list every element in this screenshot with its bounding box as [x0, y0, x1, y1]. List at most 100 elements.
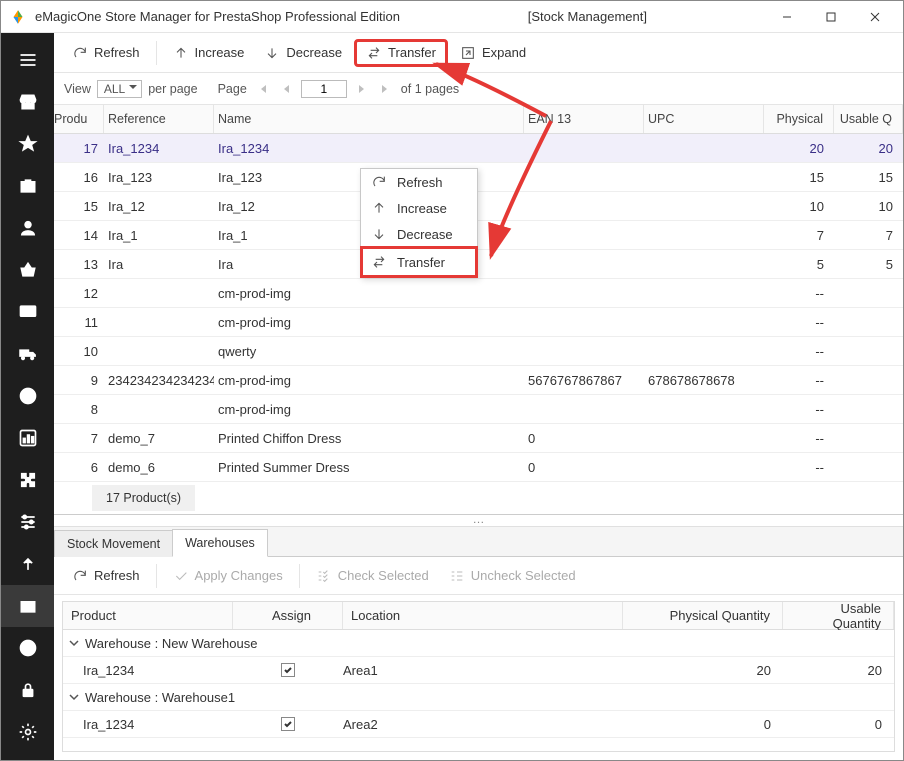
- sidebar-stats-icon[interactable]: [1, 417, 54, 459]
- tab-warehouses[interactable]: Warehouses: [172, 529, 268, 557]
- sidebar-upload-icon[interactable]: [1, 543, 54, 585]
- cell-id: 11: [54, 315, 104, 330]
- col-usable[interactable]: Usable Q: [834, 105, 903, 133]
- wh-uncheck-label: Uncheck Selected: [471, 568, 576, 583]
- ctx-decrease[interactable]: Decrease: [361, 221, 477, 247]
- table-row[interactable]: 8cm-prod-img--: [54, 395, 903, 424]
- app-logo-icon: [9, 8, 27, 26]
- wh-refresh-button[interactable]: Refresh: [64, 563, 148, 589]
- table-row[interactable]: 15Ira_12Ira_121010: [54, 192, 903, 221]
- arrow-up-icon: [173, 45, 189, 61]
- warehouse-group-header[interactable]: Warehouse : Warehouse1: [63, 684, 894, 711]
- cell-reference: demo_7: [104, 431, 214, 446]
- sidebar-puzzle-icon[interactable]: [1, 459, 54, 501]
- increase-label: Increase: [195, 45, 245, 60]
- wh-col-location[interactable]: Location: [343, 602, 623, 629]
- sidebar-truck-icon[interactable]: [1, 333, 54, 375]
- table-row[interactable]: 14Ira_1Ira_177: [54, 221, 903, 250]
- cell-name: cm-prod-img: [214, 402, 524, 417]
- sidebar-lock-icon[interactable]: [1, 669, 54, 711]
- cell-physical: 7: [764, 228, 834, 243]
- cell-id: 12: [54, 286, 104, 301]
- ctx-increase[interactable]: Increase: [361, 195, 477, 221]
- sidebar-basket-icon[interactable]: [1, 249, 54, 291]
- checklist-icon: [316, 568, 332, 584]
- table-row[interactable]: 12cm-prod-img--: [54, 279, 903, 308]
- grid-header: Produ Reference Name EAN 13 UPC Physical…: [54, 105, 903, 134]
- col-ean[interactable]: EAN 13: [524, 105, 644, 133]
- refresh-button[interactable]: Refresh: [64, 40, 148, 66]
- cell-physical: --: [764, 373, 834, 388]
- cell-usable: 20: [834, 141, 903, 156]
- sidebar-box-icon[interactable]: [1, 165, 54, 207]
- table-row[interactable]: 13IraIra55: [54, 250, 903, 279]
- sidebar-help-icon[interactable]: [1, 627, 54, 669]
- wh-col-product[interactable]: Product: [63, 602, 233, 629]
- tab-stock-movement[interactable]: Stock Movement: [54, 530, 173, 557]
- table-row[interactable]: 11cm-prod-img--: [54, 308, 903, 337]
- ctx-increase-label: Increase: [397, 201, 447, 216]
- increase-button[interactable]: Increase: [165, 40, 253, 66]
- table-row[interactable]: 10qwerty--: [54, 337, 903, 366]
- pane-splitter[interactable]: …: [54, 515, 903, 527]
- window-close-button[interactable]: [855, 3, 895, 31]
- wh-check-button[interactable]: Check Selected: [308, 563, 437, 589]
- col-name[interactable]: Name: [214, 105, 524, 133]
- cell-name: cm-prod-img: [214, 315, 524, 330]
- refresh-icon: [72, 568, 88, 584]
- col-upc[interactable]: UPC: [644, 105, 764, 133]
- wh-col-physical[interactable]: Physical Quantity: [623, 602, 783, 629]
- wh-apply-button[interactable]: Apply Changes: [165, 563, 291, 589]
- page-first-button[interactable]: [253, 80, 271, 98]
- sidebar-globe-icon[interactable]: [1, 375, 54, 417]
- page-input[interactable]: [301, 80, 347, 98]
- table-row[interactable]: 9234234234234234234cm-prod-img5676767867…: [54, 366, 903, 395]
- wh-cell-location: Area1: [343, 663, 623, 678]
- table-row[interactable]: 17Ira_1234Ira_12342020: [54, 134, 903, 163]
- warehouse-row[interactable]: Ira_1234Area12020: [63, 657, 894, 684]
- sidebar-store-icon[interactable]: [1, 81, 54, 123]
- cell-id: 14: [54, 228, 104, 243]
- sidebar-gear-icon[interactable]: [1, 711, 54, 753]
- wh-col-usable[interactable]: Usable Quantity: [783, 602, 894, 629]
- wh-col-assign[interactable]: Assign: [233, 602, 343, 629]
- sidebar-stock-icon[interactable]: [1, 585, 54, 627]
- table-row[interactable]: 7demo_7Printed Chiffon Dress0--: [54, 424, 903, 453]
- assign-checkbox[interactable]: [281, 717, 295, 731]
- warehouse-row[interactable]: Ira_1234Area200: [63, 711, 894, 738]
- sidebar-star-icon[interactable]: [1, 123, 54, 165]
- table-row[interactable]: 6demo_6Printed Summer Dress0--: [54, 453, 903, 482]
- window-minimize-button[interactable]: [767, 3, 807, 31]
- transfer-button[interactable]: Transfer: [354, 39, 448, 67]
- cell-reference: demo_6: [104, 460, 214, 475]
- expand-label: Expand: [482, 45, 526, 60]
- transfer-icon: [371, 254, 387, 270]
- sidebar-menu-icon[interactable]: [1, 39, 54, 81]
- ctx-transfer[interactable]: Transfer: [360, 246, 478, 278]
- col-physical[interactable]: Physical: [764, 105, 834, 133]
- col-product-id[interactable]: Produ: [54, 105, 104, 133]
- warehouse-group-header[interactable]: Warehouse : New Warehouse: [63, 630, 894, 657]
- table-row[interactable]: 16Ira_123Ira_1231515: [54, 163, 903, 192]
- cell-name: Printed Summer Dress: [214, 460, 524, 475]
- refresh-icon: [371, 174, 387, 190]
- assign-checkbox[interactable]: [281, 663, 295, 677]
- window-maximize-button[interactable]: [811, 3, 851, 31]
- ctx-refresh[interactable]: Refresh: [361, 169, 477, 195]
- sidebar-sliders-icon[interactable]: [1, 501, 54, 543]
- wh-uncheck-button[interactable]: Uncheck Selected: [441, 563, 584, 589]
- per-page-dropdown[interactable]: ALL: [97, 80, 142, 98]
- cell-physical: --: [764, 431, 834, 446]
- warehouse-toolbar: Refresh Apply Changes Check Selected Unc…: [54, 557, 903, 595]
- decrease-button[interactable]: Decrease: [256, 40, 350, 66]
- expand-button[interactable]: Expand: [452, 40, 534, 66]
- col-reference[interactable]: Reference: [104, 105, 214, 133]
- sidebar-user-icon[interactable]: [1, 207, 54, 249]
- sidebar-chat-icon[interactable]: [1, 291, 54, 333]
- page-last-button[interactable]: [377, 80, 395, 98]
- cell-physical: 10: [764, 199, 834, 214]
- warehouse-group-label: Warehouse : Warehouse1: [85, 690, 235, 705]
- chevron-down-icon: [69, 636, 79, 651]
- page-next-button[interactable]: [353, 80, 371, 98]
- page-prev-button[interactable]: [277, 80, 295, 98]
